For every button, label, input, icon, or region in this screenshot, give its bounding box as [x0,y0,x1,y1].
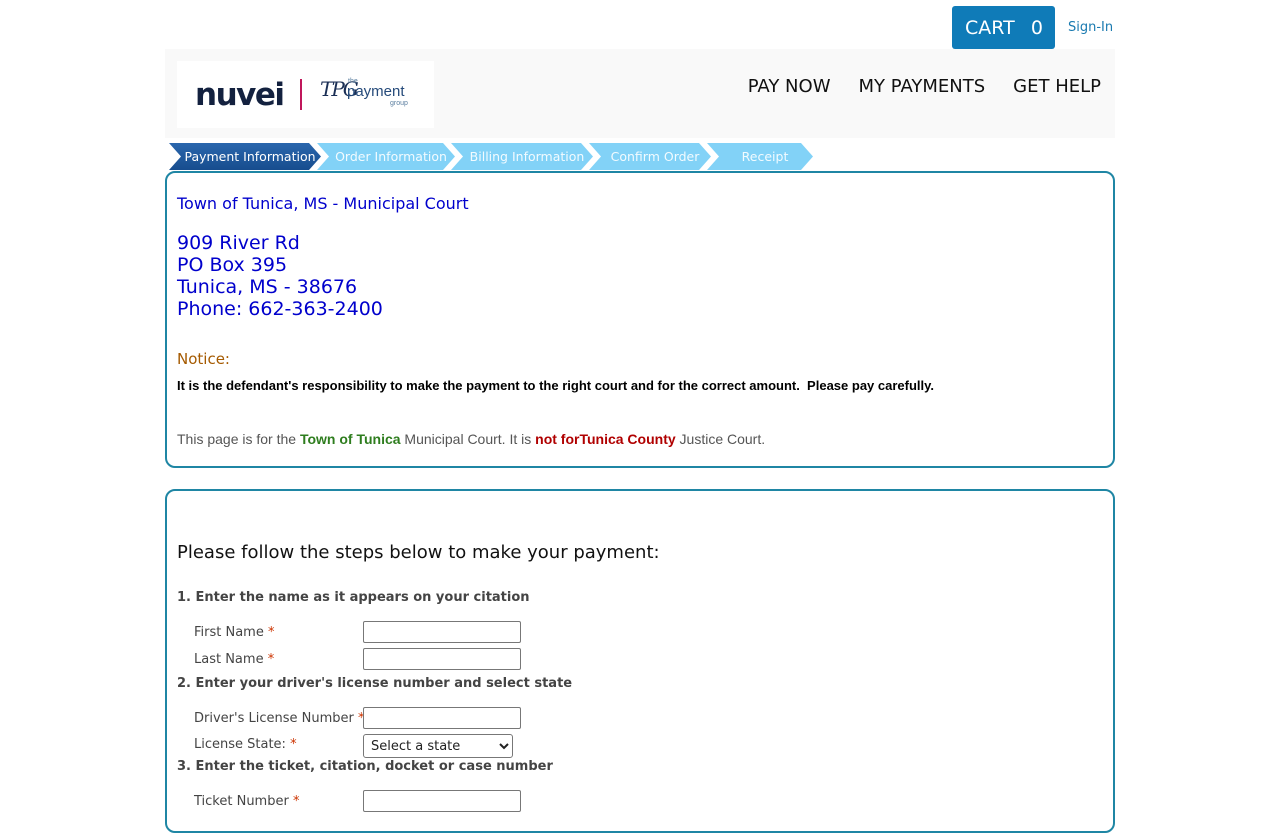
nav-pay-now[interactable]: PAY NOW [748,76,831,97]
disclaimer-not-county: not forTunica County [535,431,676,447]
form-title: Please follow the steps below to make yo… [177,542,660,563]
cart-label: CART [965,16,1015,39]
main-nav: PAY NOW MY PAYMENTS GET HELP [748,76,1101,97]
logo[interactable]: nuvei TPG the payment group [177,61,434,128]
license-label-text: Driver's License Number [194,711,354,726]
court-phone: Phone: 662-363-2400 [177,298,383,320]
address-line-2: PO Box 395 [177,254,288,276]
license-state-select[interactable]: Select a state [363,734,513,758]
site-header: nuvei TPG the payment group PAY NOW MY P… [165,49,1115,138]
cart-count: 0 [1030,16,1043,39]
court-disclaimer: This page is for the Town of Tunica Muni… [177,431,765,447]
ticket-label-text: Ticket Number [194,794,289,809]
step-billing-information: Billing Information [451,143,593,170]
license-number-label: Driver's License Number * [194,711,365,726]
step-receipt: Receipt [707,143,813,170]
tpg-logo-group: group [390,100,408,107]
notice-label: Notice: [177,350,230,368]
first-name-input[interactable] [363,621,521,643]
address-line-3: Tunica, MS - 38676 [177,276,358,298]
disclaimer-text: This page is for the [177,431,300,447]
disclaimer-town: Town of Tunica [299,431,401,447]
ticket-number-input[interactable] [363,790,521,812]
cart-button[interactable]: CART 0 [952,6,1055,49]
section-license-heading: 2. Enter your driver's license number an… [177,676,573,691]
license-number-input[interactable] [363,707,521,729]
section-name-heading: 1. Enter the name as it appears on your … [177,590,530,605]
top-bar: CART 0 Sign-In [952,6,1113,49]
step-order-information: Order Information [317,143,455,170]
step-confirm-order: Confirm Order [589,143,711,170]
nuvei-logo-text: nuvei [195,77,285,113]
first-name-label: First Name * [194,625,274,640]
logo-separator [300,79,302,110]
section-ticket-heading: 3. Enter the ticket, citation, docket or… [177,759,553,774]
last-name-label-text: Last Name [194,652,264,667]
disclaimer-text: Justice Court. [675,431,766,447]
ticket-number-label: Ticket Number * [194,794,299,809]
court-info-panel: Town of Tunica, MS - Municipal Court 909… [165,171,1115,468]
last-name-label: Last Name * [194,652,274,667]
court-name: Town of Tunica, MS - Municipal Court [177,194,469,213]
sign-in-link[interactable]: Sign-In [1068,20,1113,35]
step-payment-information: Payment Information [169,143,321,170]
nav-get-help[interactable]: GET HELP [1013,76,1101,97]
required-marker: * [267,652,275,667]
nav-my-payments[interactable]: MY PAYMENTS [859,76,986,97]
last-name-input[interactable] [363,648,521,670]
required-marker: * [292,794,300,809]
court-address: 909 River Rd PO Box 395 Tunica, MS - 386… [177,232,383,320]
license-state-label: License State: * [194,737,297,752]
first-name-label-text: First Name [194,625,264,640]
notice-text: It is the defendant's responsibility to … [177,378,935,393]
required-marker: * [290,737,297,752]
payment-form-panel: Please follow the steps below to make yo… [165,489,1115,833]
required-marker: * [267,625,275,640]
address-line-1: 909 River Rd [177,232,300,254]
tpg-logo-payment: payment [347,83,405,100]
disclaimer-text: Municipal Court. It is [400,431,536,447]
state-label-text: License State: [194,737,286,752]
